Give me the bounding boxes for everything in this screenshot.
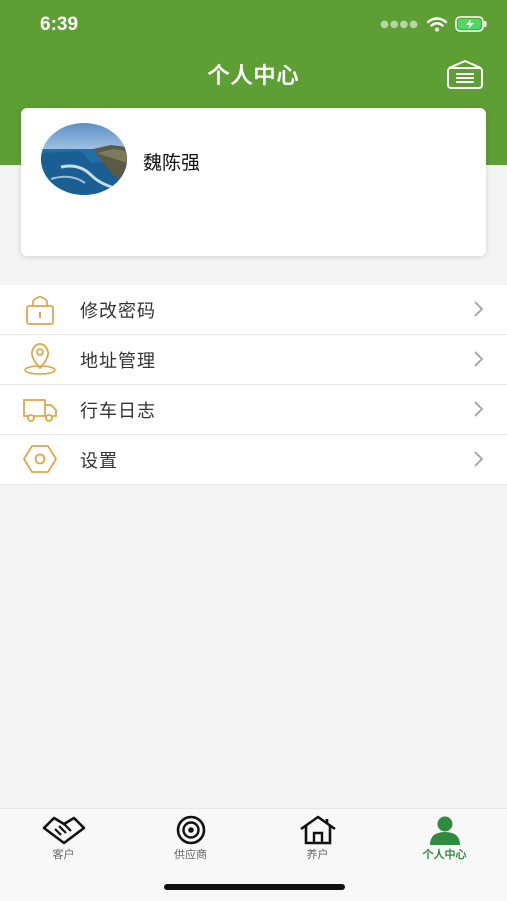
profile-card[interactable]: 魏陈强 (21, 108, 486, 256)
status-icons: ●●●● (380, 16, 487, 32)
tab-farmers[interactable]: 养户 (254, 809, 381, 869)
message-button[interactable] (445, 59, 485, 91)
handshake-icon (42, 816, 85, 845)
menu-label: 行车日志 (80, 400, 156, 422)
chevron-right-icon (474, 351, 484, 367)
lock-icon (26, 296, 54, 325)
tab-suppliers[interactable]: 供应商 (127, 809, 254, 869)
menu-item-address[interactable]: 地址管理 (0, 335, 507, 385)
tab-label: 客户 (52, 848, 75, 861)
tab-profile[interactable]: 个人中心 (381, 809, 507, 869)
user-name: 魏陈强 (143, 152, 201, 174)
menu-label: 修改密码 (80, 300, 156, 322)
tab-customers[interactable]: 客户 (0, 809, 127, 869)
menu-item-change-password[interactable]: 修改密码 (0, 285, 507, 335)
truck-icon (23, 399, 57, 422)
tab-label: 养户 (306, 848, 329, 861)
battery-icon (455, 16, 487, 32)
person-icon (429, 816, 460, 845)
menu-list: 修改密码 地址管理 行车日志 设置 (0, 285, 507, 485)
status-time: 6:39 (40, 14, 79, 35)
chevron-right-icon (474, 401, 484, 417)
wifi-icon (427, 16, 447, 31)
menu-item-driving-log[interactable]: 行车日志 (0, 385, 507, 435)
tab-label: 供应商 (174, 848, 207, 861)
house-icon (299, 815, 336, 845)
tab-label: 个人中心 (422, 848, 467, 861)
hexagon-settings-icon (22, 445, 58, 473)
avatar[interactable] (41, 123, 127, 195)
home-indicator (164, 884, 345, 890)
target-icon (176, 815, 205, 845)
location-pin-icon (24, 343, 56, 375)
menu-item-settings[interactable]: 设置 (0, 435, 507, 485)
chevron-right-icon (474, 301, 484, 317)
signal-icon: ●●●● (380, 18, 419, 30)
menu-label: 设置 (80, 450, 118, 472)
page-title: 个人中心 (207, 64, 300, 89)
menu-label: 地址管理 (80, 350, 156, 372)
chevron-right-icon (474, 451, 484, 467)
